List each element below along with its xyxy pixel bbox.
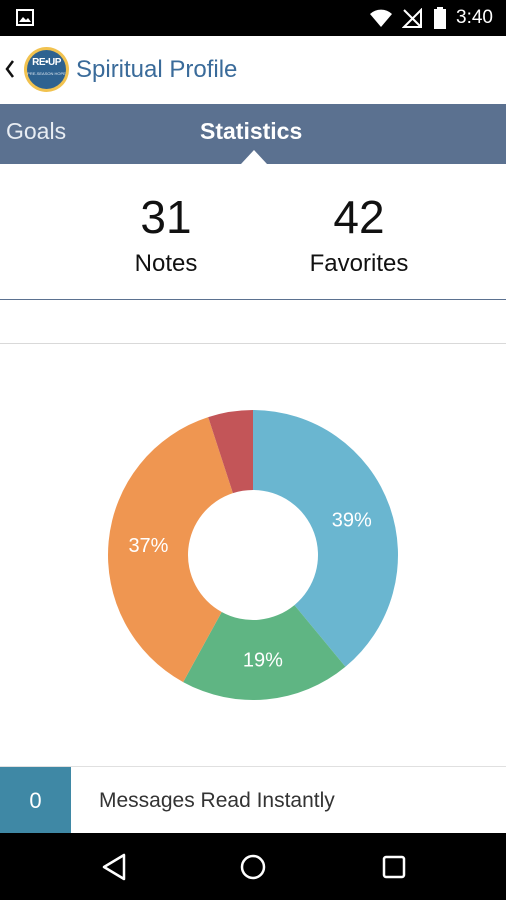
stats-summary: 31 Notes 42 Favorites (0, 164, 506, 300)
chart-area: 39% 19% 37% (0, 345, 506, 765)
home-nav-icon[interactable] (240, 854, 266, 880)
favorites-count-block[interactable]: 42 Favorites (296, 190, 422, 278)
back-chevron-icon[interactable] (4, 58, 16, 80)
gallery-icon (16, 9, 34, 26)
donut-slice-label-1: 19% (243, 650, 283, 672)
status-bar: 3:40 (0, 0, 506, 36)
messages-read-count: 0 (0, 767, 71, 834)
favorites-label: Favorites (309, 250, 409, 277)
favorites-count: 42 (333, 191, 385, 243)
app-bar: RE•UP PRE-SEASON HOPE Spiritual Profile (0, 36, 506, 104)
messages-read-label: Messages Read Instantly (99, 789, 335, 812)
donut-slice-label-2: 37% (128, 535, 168, 557)
donut-slice-label-0: 39% (332, 509, 372, 531)
stat-row-messages[interactable]: 0 Messages Read Instantly (0, 766, 506, 834)
logo-subtext: PRE-SEASON HOPE (27, 71, 66, 76)
page-title: Spiritual Profile (76, 56, 238, 83)
notes-count: 31 (140, 191, 192, 243)
tab-statistics[interactable]: Statistics (200, 118, 302, 145)
wifi-icon (370, 9, 392, 27)
battery-icon (434, 7, 446, 29)
recents-nav-icon[interactable] (382, 855, 406, 879)
status-time: 3:40 (456, 7, 493, 28)
logo-text: RE•UP (32, 57, 61, 68)
donut-chart: 39% 19% 37% (107, 410, 398, 700)
notes-count-block[interactable]: 31 Notes (108, 190, 224, 278)
app-logo[interactable]: RE•UP PRE-SEASON HOPE (24, 47, 69, 92)
tab-goals[interactable]: Goals (6, 118, 66, 145)
no-signal-icon (402, 8, 422, 28)
selected-tab-indicator (241, 150, 267, 164)
divider-section (0, 300, 506, 344)
navigation-bar (0, 833, 506, 900)
back-nav-icon[interactable] (101, 853, 127, 881)
notes-label: Notes (134, 250, 198, 277)
